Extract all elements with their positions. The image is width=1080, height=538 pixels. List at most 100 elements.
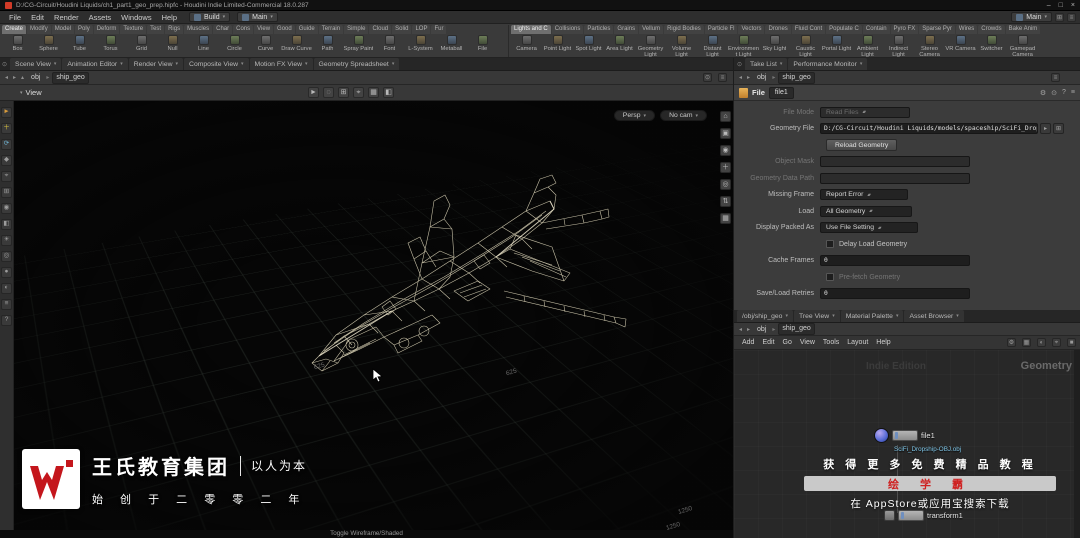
back-icon[interactable]: ◂ [4, 74, 9, 81]
breadcrumb-obj[interactable]: obj [28, 74, 43, 81]
shelf-tool[interactable]: Sky Light [759, 35, 790, 57]
breadcrumb-obj[interactable]: obj [754, 326, 769, 333]
pane-tab[interactable]: Composite View [184, 58, 249, 70]
shelf-tab[interactable]: Crowds [978, 25, 1005, 34]
snap-tool-icon[interactable]: ⌖ [1, 171, 12, 182]
geometry-data-path-field[interactable] [820, 172, 970, 184]
path-menu-icon[interactable]: ≡ [1051, 73, 1060, 82]
node-name-field[interactable]: file1 [768, 86, 794, 99]
render-icon[interactable]: ● [1, 267, 12, 278]
shelf-tab[interactable]: Modify [27, 25, 51, 34]
home-view-icon[interactable]: ⌂ [720, 111, 731, 122]
shelf-tool[interactable]: Path [312, 35, 343, 57]
shelf-tool[interactable]: Area Light [604, 35, 635, 57]
shelf-tab[interactable]: Char [213, 25, 233, 34]
snap-grid-icon[interactable]: ⊞ [338, 87, 349, 98]
network-menu-item[interactable]: Add [738, 339, 758, 346]
prefetch-checkbox[interactable] [826, 273, 834, 281]
shelf-tab[interactable]: Fur [431, 25, 447, 34]
shelf-tool[interactable]: Point Light [542, 35, 573, 57]
zoom-view-icon[interactable]: ◎ [720, 179, 731, 190]
shelf-tab[interactable]: Fluid Cont [791, 25, 826, 34]
up-icon[interactable]: ▴ [20, 74, 25, 81]
shelf-tab[interactable]: Pyro FX [890, 25, 919, 34]
pane-tab[interactable]: Geometry Spreadsheet [313, 58, 400, 70]
breadcrumb-node[interactable]: ship_geo [778, 71, 815, 84]
grid-snap-icon[interactable]: ⊞ [1, 187, 12, 198]
shelf-tool[interactable]: Switcher [976, 35, 1007, 57]
network-menu-item[interactable]: Edit [758, 339, 778, 346]
shelf-tool[interactable]: Spray Paint [343, 35, 374, 57]
menu-item[interactable]: Render [49, 13, 84, 22]
shelf-tool[interactable]: Gamepad Camera [1007, 35, 1038, 57]
shelf-tab[interactable]: Simple [344, 25, 369, 34]
pane-tab[interactable]: Performance Monitor [788, 58, 868, 70]
delay-load-checkbox[interactable] [826, 240, 834, 248]
forward-icon[interactable]: ▸ [746, 74, 751, 81]
shelf-tool[interactable]: Indirect Light [883, 35, 914, 57]
retries-field[interactable]: 0 [820, 288, 970, 299]
shelf-tab[interactable]: Create [2, 25, 27, 34]
shelf-tab[interactable]: Vectors [738, 25, 765, 34]
minimize-icon[interactable]: – [1047, 1, 1051, 10]
network-scrollbar[interactable] [1074, 350, 1080, 538]
forward-icon[interactable]: ▸ [12, 74, 17, 81]
object-mask-field[interactable] [820, 156, 970, 167]
shelf-tab[interactable]: Wires [955, 25, 978, 34]
scale-tool-icon[interactable]: ◆ [1, 155, 12, 166]
network-menu-item[interactable]: Tools [819, 339, 843, 346]
pane-pin-icon[interactable]: ⊙ [737, 61, 742, 68]
shelf-tab[interactable]: Drones [765, 25, 791, 34]
node-body[interactable] [892, 430, 918, 441]
tools-icon[interactable]: ⚙ [1007, 338, 1016, 347]
missing-frame-dropdown[interactable]: Report Error [820, 189, 908, 200]
shelf-tool[interactable]: Distant Light [697, 35, 728, 57]
open-scene-icon[interactable]: ＋ [1, 123, 12, 134]
help-icon[interactable]: ? [1, 315, 12, 326]
shelf-tab[interactable]: Rigs [165, 25, 184, 34]
breadcrumb-node[interactable]: ship_geo [52, 71, 89, 84]
shelf-tool[interactable]: VR Camera [945, 35, 976, 57]
shelf-tool[interactable]: Ambient Light [852, 35, 883, 57]
reload-geometry-button[interactable]: Reload Geometry [826, 139, 898, 151]
light-tool-icon[interactable]: ☀ [1, 235, 12, 246]
grid-display-icon[interactable]: ▦ [1022, 338, 1031, 347]
menu-item[interactable]: Edit [26, 13, 49, 22]
color-swatch-icon[interactable]: ■ [1067, 338, 1076, 347]
shelf-tab[interactable]: Cons [233, 25, 254, 34]
gear-icon[interactable]: ⚙ [1040, 89, 1046, 97]
shelf-tab[interactable]: Collisions [551, 25, 584, 34]
shelf-tab[interactable]: LOP [412, 25, 431, 34]
material-icon[interactable]: ◐ [1, 283, 12, 294]
shelf-tab[interactable]: Texture [120, 25, 147, 34]
network-menu-item[interactable]: Layout [843, 339, 872, 346]
shelf-tab[interactable]: Bake Anim [1005, 25, 1041, 34]
desktop-selector[interactable]: Build [189, 12, 231, 22]
shelf-tool[interactable]: Line [188, 35, 219, 57]
shelf-tab[interactable]: Particle Fl [704, 25, 738, 34]
shelf-tool[interactable]: L-System [405, 35, 436, 57]
frame-selected-icon[interactable]: ▣ [720, 128, 731, 139]
pane-pin-icon[interactable]: ⊙ [2, 61, 7, 68]
shelf-tool[interactable]: Draw Curve [281, 35, 312, 57]
persp-view-icon[interactable]: ◉ [720, 145, 731, 156]
dolly-view-icon[interactable]: ⇅ [720, 196, 731, 207]
load-dropdown[interactable]: All Geometry [820, 205, 912, 217]
forward-icon[interactable]: ▸ [746, 326, 751, 333]
select-mode-icon[interactable]: ► [308, 87, 319, 98]
network-menu-item[interactable]: View [796, 339, 819, 346]
maximize-icon[interactable]: □ [1059, 1, 1063, 10]
shelf-tab[interactable]: Deform [93, 25, 120, 34]
shelf-tool[interactable]: Volume Light [666, 35, 697, 57]
shelf-tool[interactable]: Spot Light [573, 35, 604, 57]
shelf-tool[interactable]: Portal Light [821, 35, 852, 57]
layout-view-icon[interactable]: ▦ [720, 213, 731, 224]
shelf-tab[interactable]: Grains [614, 25, 639, 34]
shelf-tab[interactable]: Good [274, 25, 295, 34]
shelf-tool[interactable]: File [467, 35, 498, 57]
camera-tool-icon[interactable]: ◎ [1, 251, 12, 262]
shelf-tab[interactable]: Cloud [369, 25, 392, 34]
rotate-tool-icon[interactable]: ⟳ [1, 139, 12, 150]
shelf-tool[interactable]: Box [2, 35, 33, 57]
shelf-tab[interactable]: Test [147, 25, 165, 34]
